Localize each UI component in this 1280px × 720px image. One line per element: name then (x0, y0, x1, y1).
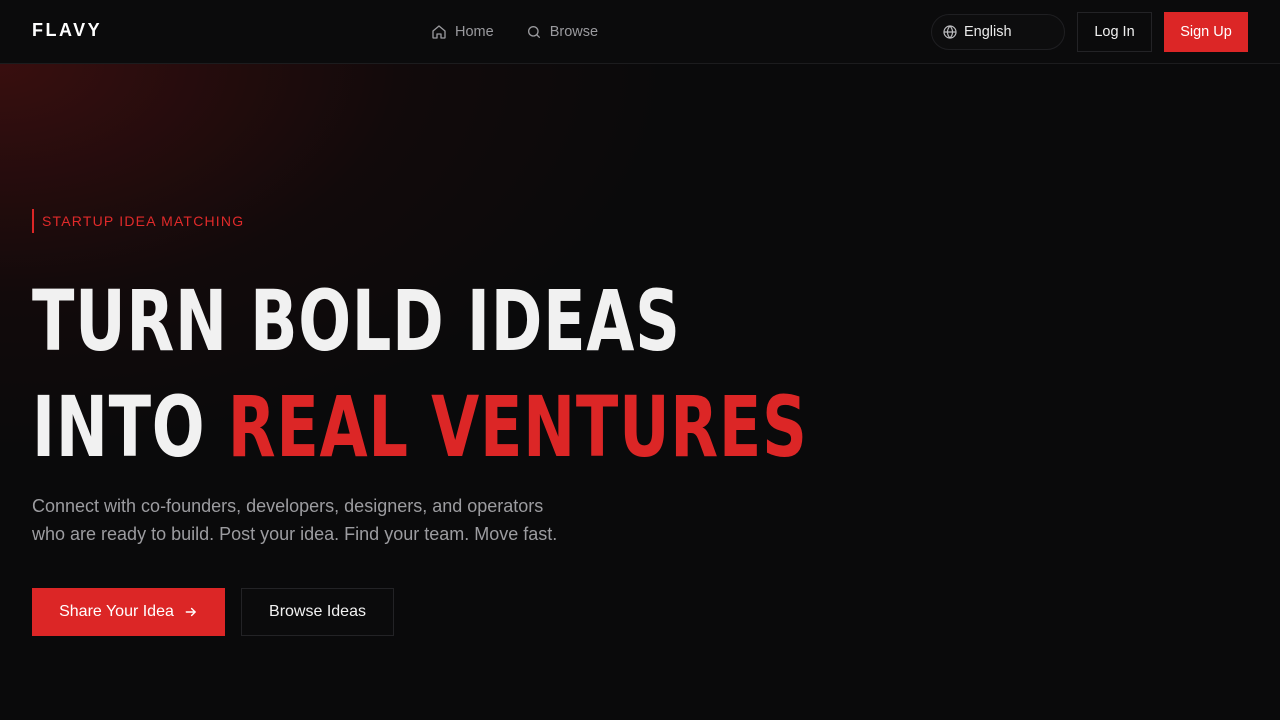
headline-line-2-accent: REAL VENTURES (227, 378, 808, 476)
share-idea-label: Share Your Idea (59, 603, 174, 620)
nav-item-home[interactable]: Home (431, 24, 494, 40)
language-selector[interactable]: English (931, 14, 1065, 50)
hero-eyebrow: STARTUP IDEA MATCHING (32, 209, 244, 233)
headline-line-2-plain: INTO (32, 378, 206, 476)
browse-ideas-button[interactable]: Browse Ideas (241, 588, 394, 636)
signup-button[interactable]: Sign Up (1164, 12, 1248, 52)
arrow-right-icon (185, 607, 196, 617)
brand-logo[interactable]: FLAVY (32, 20, 102, 41)
nav-item-browse-label: Browse (549, 24, 599, 40)
hero-description: Connect with co-founders, developers, de… (32, 492, 632, 548)
headline-line-1: TURN BOLD IDEAS (32, 272, 681, 370)
hero-description-line-1: Connect with co-founders, developers, de… (32, 496, 544, 516)
main-nav: Home Browse (431, 0, 598, 64)
share-idea-button[interactable]: Share Your Idea (32, 588, 225, 636)
top-navbar: FLAVY Home Browse English Log In Sign Up (0, 0, 1280, 64)
search-icon (527, 26, 540, 38)
nav-item-browse[interactable]: Browse (526, 24, 598, 40)
login-button[interactable]: Log In (1077, 12, 1152, 52)
hero-description-line-2: who are ready to build. Post your idea. … (32, 524, 558, 544)
globe-icon (943, 25, 957, 39)
language-label: English (964, 24, 1012, 40)
home-icon (432, 25, 446, 39)
nav-item-home-label: Home (455, 24, 494, 40)
hero-headline: TURN BOLD IDEAS INTO REAL VENTURES (32, 268, 808, 480)
